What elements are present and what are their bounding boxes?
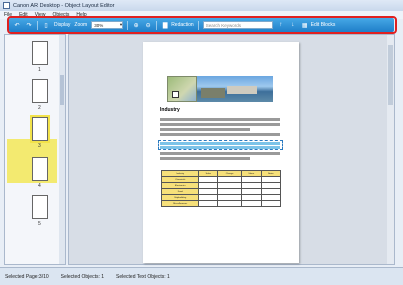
thumbnail-page[interactable]: [32, 41, 48, 65]
coast-photo[interactable]: [197, 76, 273, 102]
redo-icon[interactable]: ↷: [25, 21, 33, 29]
text-line[interactable]: [160, 152, 280, 155]
thumbnail-page[interactable]: [32, 195, 48, 219]
display-label: Display: [54, 22, 71, 28]
thumbnail-number: 3: [38, 143, 41, 149]
text-line[interactable]: [160, 123, 280, 126]
thumbnail-panel: 1 2 3 4 5: [4, 34, 66, 265]
status-selected-page: Selected Page:3/10: [5, 273, 49, 280]
undo-icon[interactable]: ↶: [13, 21, 21, 29]
zoom-in-icon[interactable]: ⊕: [132, 21, 140, 29]
document-heading[interactable]: Industry: [160, 107, 180, 113]
thumbnail-number: 2: [38, 105, 41, 111]
canvas-scrollbar[interactable]: [387, 35, 394, 264]
toolbar-separator: [197, 20, 199, 30]
plus-icon: [172, 91, 179, 98]
status-selected-text-objects: Selected Text Objects: 1: [116, 273, 170, 280]
edit-blocks-button[interactable]: ▦ Edit Blocks: [301, 21, 336, 29]
status-selected-objects: Selected Objects: 1: [60, 273, 105, 280]
thumbnail-page[interactable]: [32, 157, 48, 181]
table-cell: [217, 200, 242, 207]
app-icon: [3, 2, 10, 9]
toolbar-separator: [156, 20, 158, 30]
edit-blocks-label: Edit Blocks: [310, 22, 336, 28]
selected-text-line[interactable]: [160, 142, 280, 145]
thumbnail-number: 4: [38, 183, 41, 189]
status-bar: Selected Page:3/10 Selected Objects: 1 S…: [0, 267, 403, 285]
zoom-label: Zoom: [74, 22, 88, 28]
title-bar: Canon AR Desktop - Object Layout Editor: [0, 0, 403, 11]
text-line[interactable]: [160, 128, 250, 131]
edit-blocks-icon: ▦: [301, 22, 308, 29]
scroll-knob[interactable]: [388, 45, 393, 105]
scroll-knob[interactable]: [60, 75, 64, 105]
thumbnail-page[interactable]: [32, 79, 48, 103]
redaction-button[interactable]: ▇ Redaction: [161, 21, 194, 29]
page-canvas[interactable]: Industry Industry Sales Change Share Not…: [68, 34, 395, 265]
search-prev-icon[interactable]: ↑: [277, 21, 285, 29]
toolbar-separator: [127, 20, 129, 30]
thumbnail-number: 5: [38, 221, 41, 227]
table-cell: [260, 200, 282, 207]
zoom-out-icon[interactable]: ⊖: [144, 21, 152, 29]
redaction-label: Redaction: [171, 22, 194, 28]
table-cell: [240, 200, 262, 207]
photo-town: [227, 86, 257, 94]
window-title: Canon AR Desktop - Object Layout Editor: [13, 2, 115, 9]
table-cell: [198, 200, 219, 207]
photo-land: [201, 88, 225, 98]
map-image[interactable]: [167, 76, 197, 102]
page-icon[interactable]: ▯: [42, 21, 50, 29]
text-line[interactable]: [160, 133, 280, 136]
chevron-down-icon: ▾: [119, 22, 123, 27]
zoom-value: 30%: [94, 22, 104, 28]
search-next-icon[interactable]: ↓: [289, 21, 297, 29]
thumbnail-scrollbar[interactable]: [59, 35, 65, 264]
data-table[interactable]: Industry Sales Change Share Notes Chemic…: [160, 170, 282, 207]
table-cell: Miscellaneous: [160, 200, 200, 207]
redaction-icon: ▇: [162, 22, 168, 29]
thumbnail-page-selected[interactable]: [30, 115, 50, 143]
toolbar-separator: [37, 20, 38, 30]
selected-text-line[interactable]: [160, 146, 280, 149]
toolbar: ↶ ↷ ▯ Display Zoom 30% ▾ ⊕ ⊖ ▇ Redaction…: [9, 18, 394, 32]
document-page[interactable]: Industry Industry Sales Change Share Not…: [143, 42, 299, 263]
thumbnail-number: 1: [38, 67, 41, 73]
zoom-select[interactable]: 30% ▾: [91, 21, 124, 29]
table-row: Miscellaneous: [160, 200, 282, 207]
text-line[interactable]: [160, 118, 280, 121]
search-input[interactable]: Search Keywords: [202, 21, 273, 29]
text-line[interactable]: [160, 157, 250, 160]
